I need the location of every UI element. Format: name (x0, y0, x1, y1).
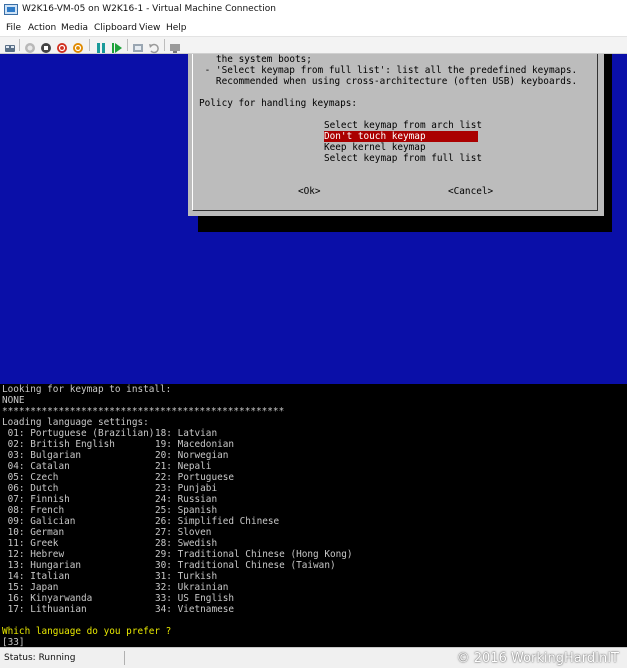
pause-icon[interactable] (95, 39, 107, 53)
status-text: Status: Running (4, 653, 76, 663)
language-item: 29: Traditional Chinese (Hong Kong) (155, 549, 353, 560)
language-item: 01: Portuguese (Brazilian) (2, 428, 155, 439)
revert-icon[interactable] (148, 39, 160, 54)
vm-screen[interactable]: the system boots; - 'Select keymap from … (0, 54, 627, 647)
title-bar: W2K16-VM-05 on W2K16-1 - Virtual Machine… (0, 0, 627, 20)
menu-file[interactable]: File (6, 23, 21, 33)
language-item: 23: Punjabi (155, 483, 218, 494)
option-arch-list[interactable]: Select keymap from arch list (324, 120, 482, 131)
menu-help[interactable]: Help (166, 23, 187, 33)
language-item: 21: Nepali (155, 461, 212, 472)
language-item: 16: Kinyarwanda (2, 593, 93, 604)
dialog-text-line: - 'Select keymap from full list': list a… (199, 65, 578, 76)
language-item: 28: Swedish (155, 538, 218, 549)
dialog-text-line: Recommended when using cross-architectur… (199, 76, 578, 87)
language-item: 11: Greek (2, 538, 59, 549)
language-item: 27: Sloven (155, 527, 212, 538)
console-line: Looking for keymap to install: (2, 384, 172, 395)
enhanced-session-icon[interactable] (169, 39, 181, 53)
language-item: 12: Hebrew (2, 549, 65, 560)
status-bar: Status: Running © 2016 WorkingHardInIT (0, 647, 627, 668)
language-prompt: Which language do you prefer ? (2, 626, 172, 637)
language-item: 24: Russian (155, 494, 218, 505)
ctrl-alt-del-icon[interactable] (4, 39, 16, 52)
language-item: 19: Macedonian (155, 439, 235, 450)
language-item: 31: Turkish (155, 571, 218, 582)
shut-down-icon[interactable] (56, 39, 68, 53)
save-icon[interactable] (72, 39, 84, 53)
language-item: 08: French (2, 505, 65, 516)
option-dont-touch-keymap[interactable]: Don't touch keymap (324, 131, 478, 142)
vm-connection-icon (4, 4, 18, 15)
language-item: 07: Finnish (2, 494, 70, 505)
language-item: 32: Ukrainian (155, 582, 229, 593)
language-item: 20: Norwegian (155, 450, 229, 461)
menu-media[interactable]: Media (61, 23, 88, 33)
option-kernel-keymap[interactable]: Keep kernel keymap (324, 142, 478, 153)
language-item: 30: Traditional Chinese (Taiwan) (155, 560, 336, 571)
console-output: Looking for keymap to install: NONE ****… (0, 384, 627, 647)
language-item: 15: Japan (2, 582, 59, 593)
language-item: 18: Latvian (155, 428, 218, 439)
language-item: 14: Italian (2, 571, 70, 582)
language-item: 03: Bulgarian (2, 450, 82, 461)
language-input[interactable]: [33] (2, 637, 25, 647)
window-title: W2K16-VM-05 on W2K16-1 - Virtual Machine… (22, 4, 276, 14)
reset-icon[interactable] (111, 39, 123, 53)
checkpoint-icon[interactable] (132, 39, 144, 52)
option-full-list[interactable]: Select keymap from full list (324, 153, 482, 164)
policy-label: Policy for handling keymaps: (199, 98, 358, 109)
language-item: 05: Czech (2, 472, 59, 483)
start-icon[interactable] (24, 39, 36, 53)
turn-off-icon[interactable] (40, 39, 52, 53)
language-item: 04: Catalan (2, 461, 70, 472)
language-item: 25: Spanish (155, 505, 218, 516)
menu-bar: File Action Media Clipboard View Help (0, 20, 627, 36)
cancel-button[interactable]: <Cancel> (448, 186, 493, 197)
console-line: NONE (2, 395, 25, 406)
language-item: 22: Portuguese (155, 472, 235, 483)
menu-action[interactable]: Action (28, 23, 56, 33)
console-line: ****************************************… (2, 406, 285, 417)
ok-button[interactable]: <Ok> (298, 186, 321, 197)
language-item: 09: Galician (2, 516, 76, 527)
language-item: 17: Lithuanian (2, 604, 87, 615)
toolbar (0, 36, 627, 54)
language-item: 06: Dutch (2, 483, 59, 494)
menu-view[interactable]: View (139, 23, 160, 33)
copyright-watermark: © 2016 WorkingHardInIT (456, 651, 619, 666)
language-item: 10: German (2, 527, 65, 538)
dialog-text-line: the system boots; (216, 54, 312, 65)
language-item: 26: Simplified Chinese (155, 516, 280, 527)
language-item: 34: Vietnamese (155, 604, 235, 615)
console-line: Loading language settings: (2, 417, 149, 428)
keymap-policy-dialog: the system boots; - 'Select keymap from … (188, 54, 604, 216)
menu-clipboard[interactable]: Clipboard (94, 23, 137, 33)
language-item: 02: British English (2, 439, 115, 450)
language-item: 33: US English (155, 593, 235, 604)
language-item: 13: Hungarian (2, 560, 82, 571)
